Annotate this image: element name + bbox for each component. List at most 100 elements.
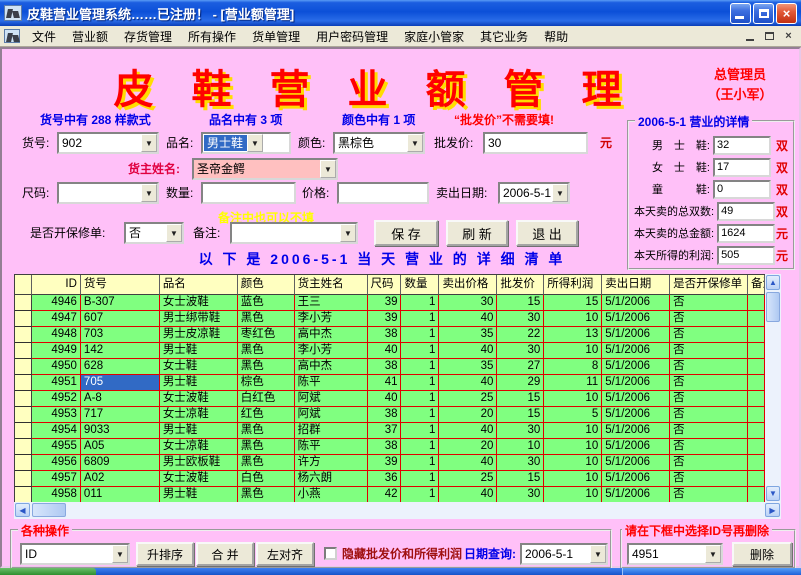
menu-item-4[interactable]: 货单管理 [244,26,308,47]
table-cell[interactable]: 40 [439,311,497,327]
table-cell[interactable]: 1 [401,439,439,455]
table-cell[interactable]: 高中杰 [295,327,368,343]
item-no-combobox[interactable]: 902 ▼ [57,132,159,154]
table-cell[interactable]: 8 [544,359,602,375]
dropdown-icon[interactable]: ▼ [407,134,423,152]
table-cell[interactable]: 5/1/2006 [602,375,670,391]
table-cell[interactable] [748,423,765,439]
table-cell[interactable]: 25 [439,391,497,407]
table-cell[interactable]: 20 [439,407,497,423]
vertical-scroll-thumb[interactable] [766,292,780,322]
table-cell[interactable]: 4949 [32,343,81,359]
table-cell[interactable] [748,359,765,375]
table-cell[interactable]: 5/1/2006 [602,327,670,343]
table-cell[interactable]: 4948 [32,327,81,343]
table-cell[interactable]: 4954 [32,423,81,439]
dropdown-icon[interactable]: ▼ [552,184,568,202]
table-cell[interactable] [748,471,765,487]
table-cell[interactable] [748,487,765,502]
menu-item-1[interactable]: 营业额 [64,26,116,47]
table-cell[interactable]: 1 [401,455,439,471]
table-cell[interactable]: 703 [81,327,160,343]
table-cell[interactable]: 39 [368,311,402,327]
table-cell[interactable]: 男士鞋 [160,375,238,391]
dropdown-icon[interactable]: ▼ [247,134,263,152]
wholesale-input[interactable] [483,132,588,154]
table-cell[interactable]: 阿斌 [295,391,368,407]
table-cell[interactable] [748,327,765,343]
detail-value-input[interactable] [717,246,775,265]
table-cell[interactable]: 女士凉鞋 [160,407,238,423]
table-cell[interactable]: 否 [670,327,748,343]
table-cell[interactable]: 5/1/2006 [602,471,670,487]
table-cell[interactable] [748,295,765,311]
detail-value-input[interactable] [713,136,771,155]
table-cell[interactable]: 10 [497,439,544,455]
table-cell[interactable]: 15 [497,407,544,423]
menu-item-0[interactable]: 文件 [24,26,64,47]
table-cell[interactable]: 15 [497,295,544,311]
table-cell[interactable] [748,375,765,391]
color-combobox[interactable]: 黑棕色 ▼ [333,132,425,154]
table-cell[interactable]: 30 [497,343,544,359]
scroll-up-button[interactable]: ▲ [766,275,780,290]
table-cell[interactable]: 4951 [32,375,81,391]
child-close-button[interactable]: × [780,29,797,44]
menu-item-2[interactable]: 存货管理 [116,26,180,47]
table-cell[interactable]: 否 [670,295,748,311]
refresh-button[interactable]: 刷 新 [446,220,508,246]
table-cell[interactable]: 5/1/2006 [602,295,670,311]
table-cell[interactable]: 39 [368,455,402,471]
table-cell[interactable]: 40 [368,343,402,359]
align-left-button[interactable]: 左对齐 [256,542,314,566]
table-cell[interactable]: 小燕 [295,487,368,502]
table-cell[interactable]: 阿斌 [295,407,368,423]
table-cell[interactable]: 41 [368,375,402,391]
table-cell[interactable]: 5/1/2006 [602,455,670,471]
table-cell[interactable]: 否 [670,439,748,455]
menu-item-6[interactable]: 家庭小管家 [396,26,472,47]
table-cell[interactable]: 1 [401,391,439,407]
table-cell[interactable]: 女士波鞋 [160,471,238,487]
horizontal-scroll-thumb[interactable] [32,503,66,517]
table-cell[interactable]: 142 [81,343,160,359]
table-cell[interactable]: 1 [401,375,439,391]
table-cell[interactable]: 黑色 [238,423,295,439]
table-cell[interactable]: 否 [670,471,748,487]
hide-wholesale-checkbox[interactable] [324,547,337,560]
table-cell[interactable]: 4957 [32,471,81,487]
table-cell[interactable]: 蓝色 [238,295,295,311]
detail-value-input[interactable] [713,180,771,199]
table-cell[interactable]: 1 [401,359,439,375]
row-selector[interactable] [15,295,32,311]
merge-button[interactable]: 合 并 [196,542,254,566]
close-button[interactable]: × [776,3,797,24]
table-cell[interactable]: 42 [368,487,402,502]
table-cell[interactable]: 枣红色 [238,327,295,343]
date-query-combobox[interactable]: 2006-5-1 ▼ [520,543,608,565]
table-cell[interactable]: 38 [368,439,402,455]
dropdown-icon[interactable]: ▼ [320,160,336,178]
table-cell[interactable] [748,455,765,471]
table-cell[interactable]: 30 [439,295,497,311]
sort-field-combobox[interactable]: ID ▼ [20,543,130,565]
table-cell[interactable]: 黑色 [238,359,295,375]
table-cell[interactable]: 717 [81,407,160,423]
table-cell[interactable]: 1 [401,343,439,359]
table-cell[interactable]: 4955 [32,439,81,455]
table-cell[interactable]: 黑色 [238,439,295,455]
table-cell[interactable]: 4950 [32,359,81,375]
exit-button[interactable]: 退 出 [516,220,578,246]
table-cell[interactable]: 15 [497,471,544,487]
menu-item-7[interactable]: 其它业务 [472,26,536,47]
table-cell[interactable]: 39 [368,295,402,311]
table-cell[interactable]: 15 [544,295,602,311]
table-cell[interactable]: 9033 [81,423,160,439]
table-cell[interactable] [748,311,765,327]
table-cell[interactable]: A05 [81,439,160,455]
table-cell[interactable]: 35 [439,359,497,375]
scroll-right-button[interactable]: ▶ [765,503,780,517]
restore-button[interactable] [753,3,774,24]
table-cell[interactable]: 40 [439,455,497,471]
table-cell[interactable]: 30 [497,423,544,439]
